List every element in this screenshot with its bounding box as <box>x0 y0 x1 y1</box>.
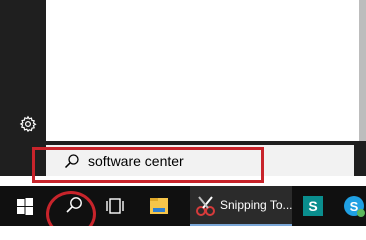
snipping-tool-label: Snipping To... <box>220 198 293 212</box>
windows-logo-icon <box>17 198 33 215</box>
svg-text:S: S <box>308 198 317 214</box>
task-view-button[interactable] <box>103 186 127 226</box>
skype-button[interactable]: S <box>338 186 366 226</box>
page-background-strip <box>0 226 366 240</box>
sway-icon: S <box>303 196 323 216</box>
file-explorer-button[interactable] <box>145 186 173 226</box>
sway-button[interactable]: S <box>297 186 329 226</box>
start-menu-panel <box>46 0 359 140</box>
start-button[interactable] <box>16 186 34 226</box>
scissors-icon <box>196 196 215 216</box>
snipping-tool-button[interactable]: Snipping To... <box>190 186 293 226</box>
task-view-icon <box>106 198 124 214</box>
folder-icon <box>150 198 168 214</box>
gear-icon[interactable] <box>19 115 37 133</box>
skype-icon: S <box>344 196 365 217</box>
highlight-rectangle <box>32 147 264 183</box>
